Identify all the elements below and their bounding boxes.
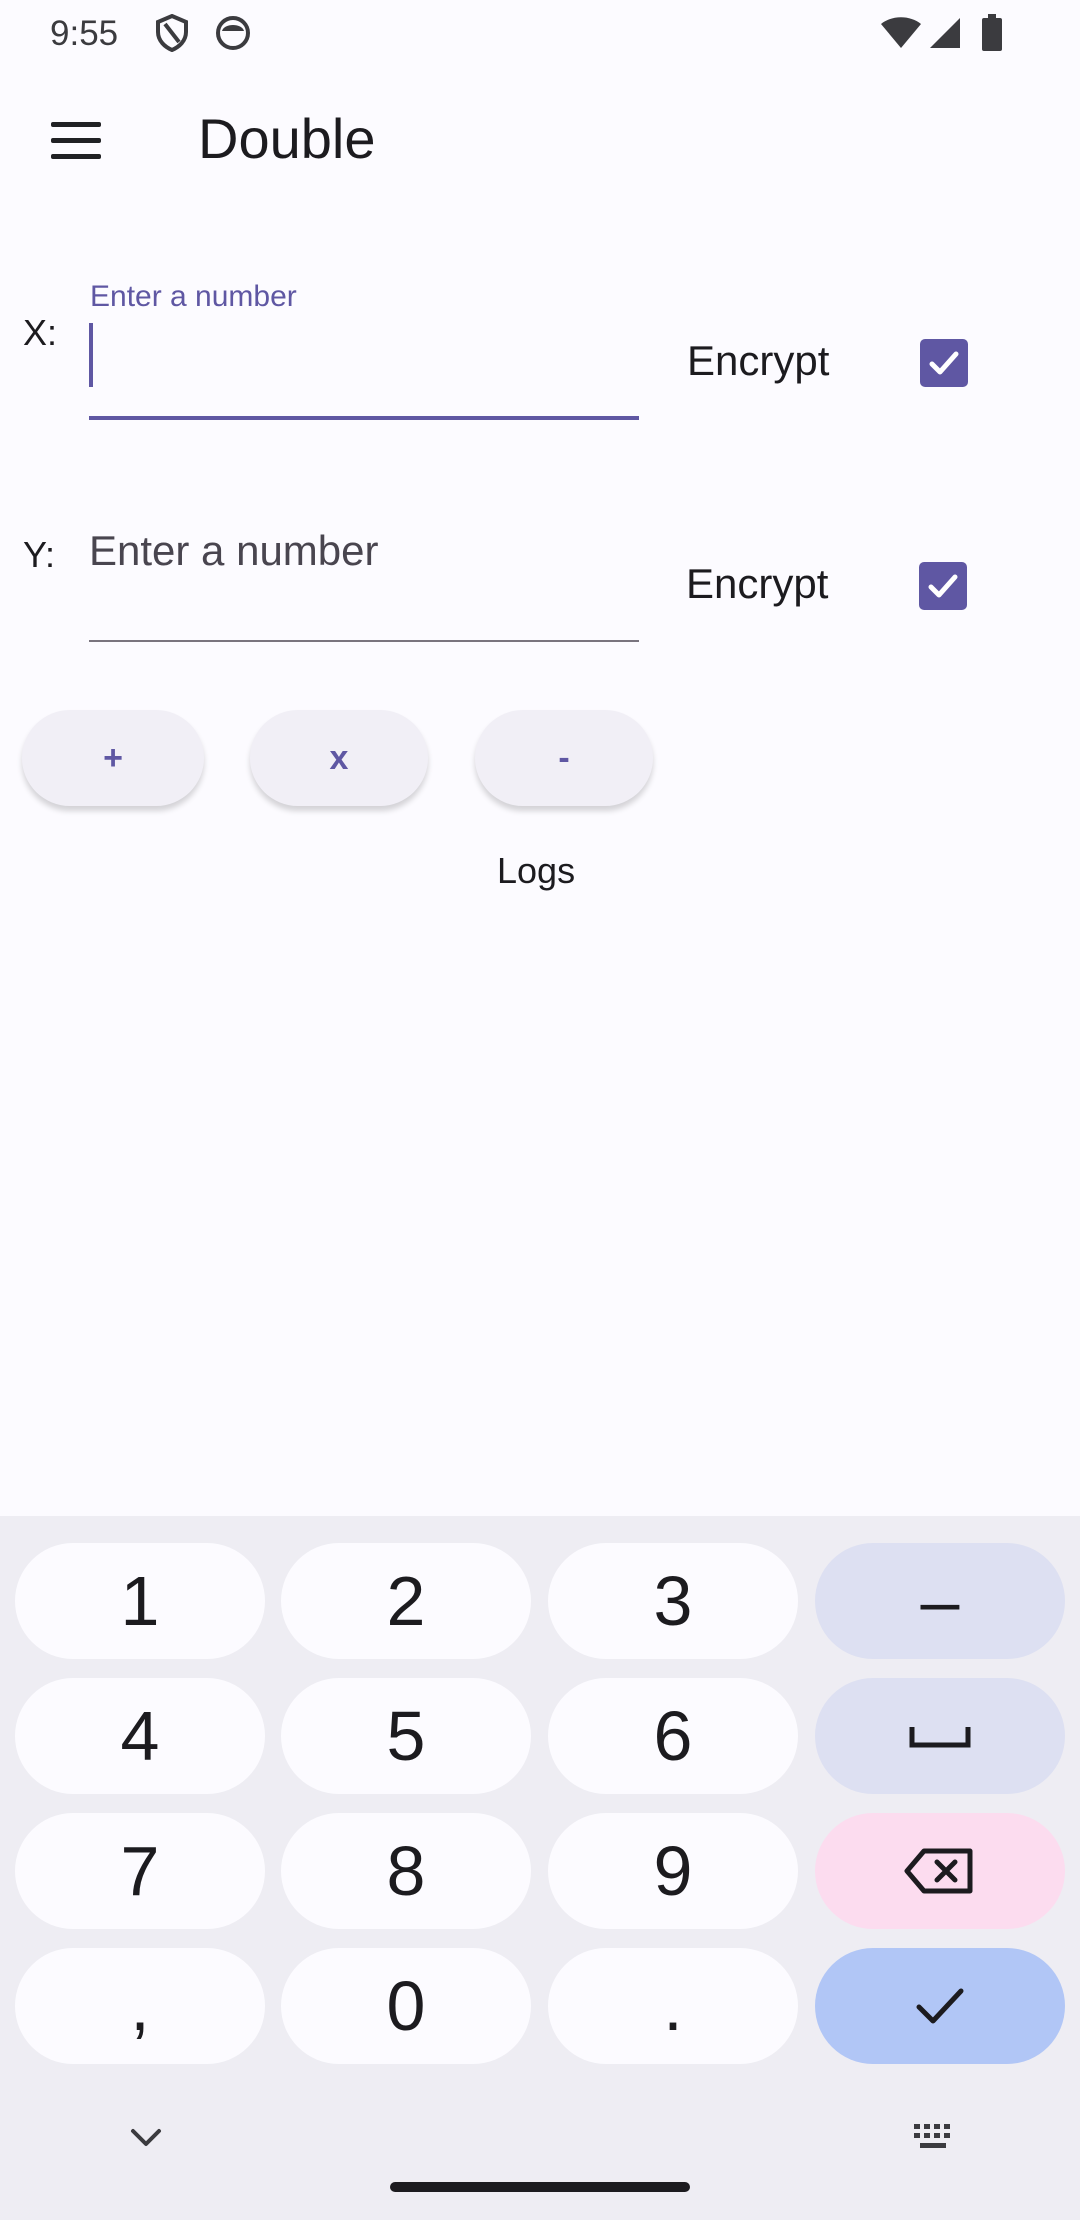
key-4[interactable]: 4: [15, 1678, 265, 1794]
check-icon: [916, 1988, 964, 2024]
key-backspace[interactable]: [815, 1813, 1065, 1929]
check-icon: [929, 351, 959, 375]
y-input[interactable]: Enter a number: [89, 522, 639, 644]
add-button[interactable]: +: [22, 710, 204, 806]
key-period[interactable]: .: [548, 1948, 798, 2064]
x-text-cursor: [89, 323, 93, 387]
key-9[interactable]: 9: [548, 1813, 798, 1929]
logs-label: Logs: [497, 850, 576, 891]
key-0[interactable]: 0: [281, 1948, 531, 2064]
screen: 9:55 Double X: Enter a number Encrypt Y:…: [0, 0, 1080, 2220]
keyboard-icon[interactable]: [910, 2120, 958, 2154]
app-title: Double: [198, 107, 376, 170]
x-floating-label: Enter a number: [90, 280, 297, 313]
y-underline: [89, 640, 639, 642]
space-icon: [909, 1727, 971, 1748]
status-time: 9:55: [50, 14, 119, 53]
battery-icon: [982, 14, 1002, 51]
y-placeholder: Enter a number: [89, 527, 379, 574]
y-encrypt-label: Encrypt: [686, 560, 829, 607]
x-encrypt-label: Encrypt: [687, 337, 830, 384]
status-bar: 9:55: [0, 0, 1080, 66]
key-7[interactable]: 7: [15, 1813, 265, 1929]
navigation-handle[interactable]: [390, 2182, 690, 2192]
y-encrypt-checkbox[interactable]: [919, 562, 967, 610]
subtract-button[interactable]: -: [475, 710, 653, 806]
key-enter[interactable]: [815, 1948, 1065, 2064]
x-label: X:: [23, 312, 58, 353]
face-icon: [216, 16, 250, 50]
key-3[interactable]: 3: [548, 1543, 798, 1659]
key-minus[interactable]: –: [815, 1543, 1065, 1659]
app-bar: Double: [0, 66, 1080, 214]
key-comma[interactable]: ,: [15, 1948, 265, 2064]
x-underline: [89, 416, 639, 420]
check-icon: [928, 574, 958, 598]
hamburger-menu-icon[interactable]: [48, 122, 104, 162]
backspace-icon: [904, 1848, 973, 1894]
multiply-button[interactable]: x: [250, 710, 428, 806]
y-label: Y:: [23, 534, 56, 575]
wifi-icon: [881, 17, 921, 48]
shield-icon: [156, 14, 188, 52]
signal-icon: [930, 18, 960, 48]
key-2[interactable]: 2: [281, 1543, 531, 1659]
chevron-down-icon[interactable]: [128, 2126, 164, 2150]
key-6[interactable]: 6: [548, 1678, 798, 1794]
key-8[interactable]: 8: [281, 1813, 531, 1929]
numeric-keyboard: 1 2 3 – 4 5 6 7 8 9 , 0 .: [0, 1516, 1080, 2220]
key-space[interactable]: [815, 1678, 1065, 1794]
key-1[interactable]: 1: [15, 1543, 265, 1659]
x-input[interactable]: Enter a number: [89, 278, 639, 423]
x-encrypt-checkbox[interactable]: [920, 339, 968, 387]
key-5[interactable]: 5: [281, 1678, 531, 1794]
